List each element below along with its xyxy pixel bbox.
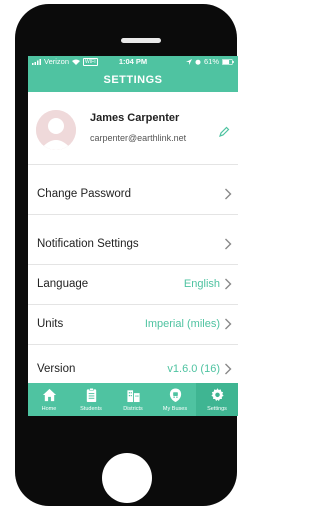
status-bar-right: 61%	[185, 57, 234, 66]
tab-students-label: Students	[80, 406, 102, 412]
change-password-label: Change Password	[37, 188, 131, 200]
units-label: Units	[37, 318, 64, 330]
chevron-right-icon	[225, 363, 232, 375]
language-label: Language	[37, 278, 89, 290]
user-email: carpenter@earthlink.net	[90, 133, 187, 143]
clipboard-icon	[86, 387, 96, 403]
language-row[interactable]: Language English	[28, 264, 238, 305]
tab-my-buses-label: My Buses	[162, 406, 188, 412]
tab-settings[interactable]: Settings	[196, 383, 238, 416]
alarm-icon	[195, 59, 201, 65]
chevron-right-icon	[225, 278, 232, 290]
bus-stop-icon	[169, 388, 181, 403]
status-bar: Verizon WIFI 1:04 PM 61%	[28, 56, 238, 68]
version-value: v1.6.0 (16)	[167, 363, 220, 375]
battery-percent: 61%	[203, 57, 219, 66]
buildings-icon	[126, 390, 140, 403]
phone-home-button[interactable]	[102, 453, 152, 503]
notification-settings-label: Notification Settings	[37, 238, 139, 250]
user-name: James Carpenter	[90, 112, 180, 124]
version-row[interactable]: Version v1.6.0 (16)	[28, 355, 238, 383]
battery-icon	[222, 58, 234, 65]
change-password-row[interactable]: Change Password	[28, 174, 238, 215]
tab-settings-label: Settings	[207, 406, 227, 412]
avatar[interactable]	[36, 110, 76, 150]
page-title: SETTINGS	[28, 68, 238, 92]
units-row[interactable]: Units Imperial (miles)	[28, 304, 238, 345]
chevron-right-icon	[225, 318, 232, 330]
units-value: Imperial (miles)	[144, 318, 220, 330]
app-screen: Verizon WIFI 1:04 PM 61% SETTINGS James …	[28, 56, 238, 416]
gear-icon	[210, 388, 224, 401]
tab-home[interactable]: Home	[28, 383, 70, 416]
language-value: English	[183, 278, 220, 290]
notification-settings-row[interactable]: Notification Settings	[28, 224, 238, 265]
avatar-placeholder-icon	[36, 110, 76, 150]
tab-my-buses[interactable]: My Buses	[154, 383, 196, 416]
tab-students[interactable]: Students	[70, 383, 112, 416]
tab-home-label: Home	[41, 406, 57, 412]
home-icon	[42, 388, 56, 402]
chevron-right-icon	[225, 188, 232, 200]
edit-pencil-icon[interactable]	[218, 126, 230, 138]
chevron-right-icon	[225, 238, 232, 250]
version-label: Version	[37, 363, 76, 375]
bottom-tab-bar: Home Students Districts My Buses Setting…	[28, 383, 238, 416]
location-icon	[185, 58, 192, 65]
profile-card[interactable]: James Carpenter carpenter@earthlink.net	[28, 92, 238, 165]
tab-districts[interactable]: Districts	[112, 383, 154, 416]
tab-districts-label: Districts	[123, 406, 143, 412]
phone-speaker	[121, 38, 161, 43]
